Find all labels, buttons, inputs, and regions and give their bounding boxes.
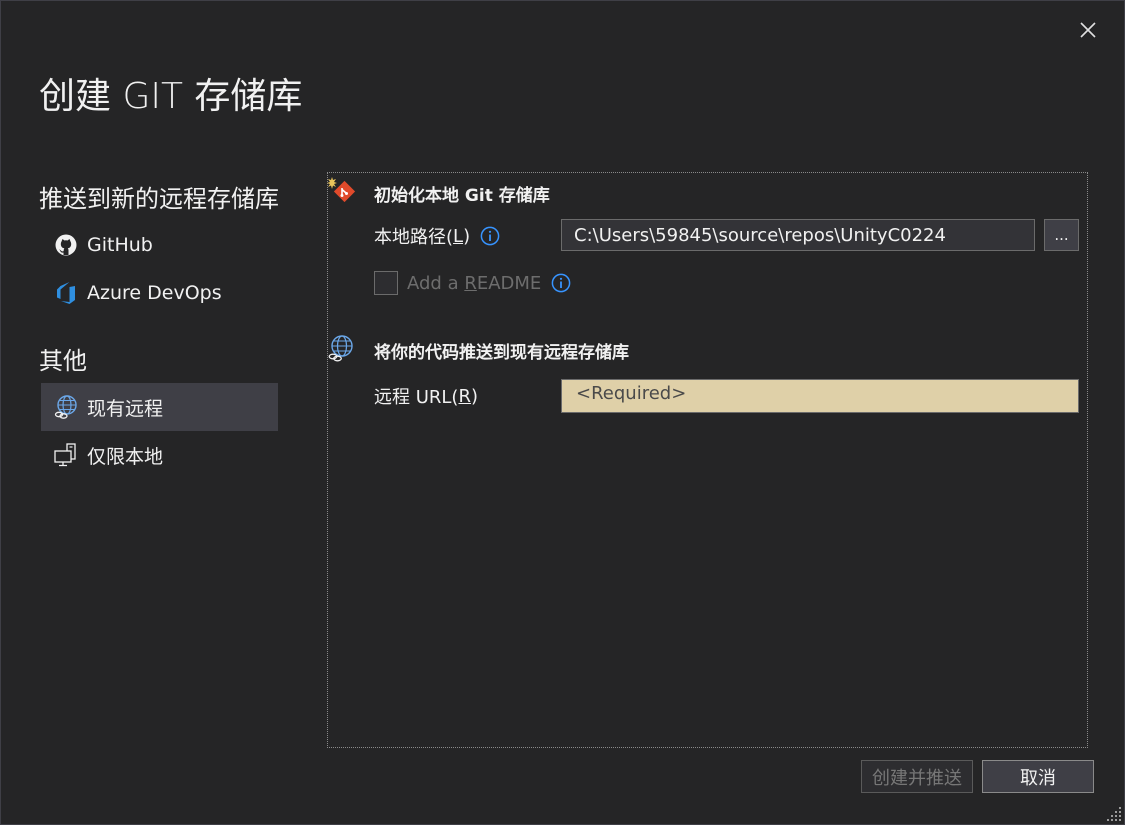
sidebar-item-label: GitHub: [87, 234, 153, 256]
readme-label-post: EADME: [476, 272, 542, 294]
push-existing-remote-title: 将你的代码推送到现有远程存储库: [374, 343, 629, 363]
sidebar-item-label: Azure DevOps: [87, 282, 222, 304]
local-path-label-end: ): [463, 225, 471, 247]
create-git-repo-dialog: 创建 GIT 存储库 推送到新的远程存储库 GitHub Azure DevOp…: [0, 0, 1125, 825]
local-path-label-text: 本地路径(: [374, 227, 454, 248]
remote-url-label-text: 远程 URL(: [374, 387, 459, 408]
remote-url-input[interactable]: <Required>: [561, 379, 1079, 413]
init-local-repo-title: 初始化本地 Git 存储库: [374, 186, 550, 206]
sidebar-item-github[interactable]: GitHub: [41, 221, 278, 269]
sidebar-item-local-only[interactable]: 仅限本地: [41, 431, 278, 479]
sidebar-item-label: 仅限本地: [87, 445, 164, 468]
push-new-remote-heading: 推送到新的远程存储库: [39, 185, 279, 213]
resize-grip-icon[interactable]: [1105, 805, 1123, 823]
close-button[interactable]: [1075, 17, 1101, 43]
other-heading: 其他: [39, 347, 87, 375]
info-icon[interactable]: [480, 226, 500, 246]
remote-url-label: 远程 URL(R): [374, 384, 479, 409]
browse-button[interactable]: ...: [1044, 219, 1079, 251]
cancel-button[interactable]: 取消: [982, 760, 1094, 793]
new-git-repo-icon: [327, 176, 357, 206]
github-icon: [53, 232, 79, 258]
remote-url-mnemonic: R: [458, 385, 471, 407]
add-readme-checkbox[interactable]: [374, 271, 398, 295]
local-computer-icon: [53, 442, 79, 468]
local-path-input[interactable]: C:\Users\59845\source\repos\UnityC0224: [561, 219, 1035, 251]
local-path-mnemonic: L: [453, 225, 464, 247]
globe-link-icon: [327, 334, 357, 364]
sidebar-item-label: 现有远程: [87, 397, 164, 420]
readme-label-pre: Add a: [407, 272, 465, 294]
local-path-label: 本地路径(L): [374, 224, 500, 248]
remote-url-label-end: ): [470, 385, 479, 407]
close-icon: [1080, 22, 1096, 38]
sidebar-item-azure-devops[interactable]: Azure DevOps: [41, 269, 278, 317]
azure-devops-icon: [53, 280, 79, 306]
sidebar-item-existing-remote[interactable]: 现有远程: [41, 383, 278, 431]
add-readme-label: Add a R EADME: [407, 271, 571, 295]
create-and-push-button[interactable]: 创建并推送: [861, 760, 973, 793]
readme-mnemonic: R: [464, 272, 477, 294]
info-icon[interactable]: [551, 273, 571, 293]
dialog-title: 创建 GIT 存储库: [39, 76, 303, 117]
options-panel: [327, 172, 1088, 748]
globe-link-icon: [53, 394, 79, 420]
